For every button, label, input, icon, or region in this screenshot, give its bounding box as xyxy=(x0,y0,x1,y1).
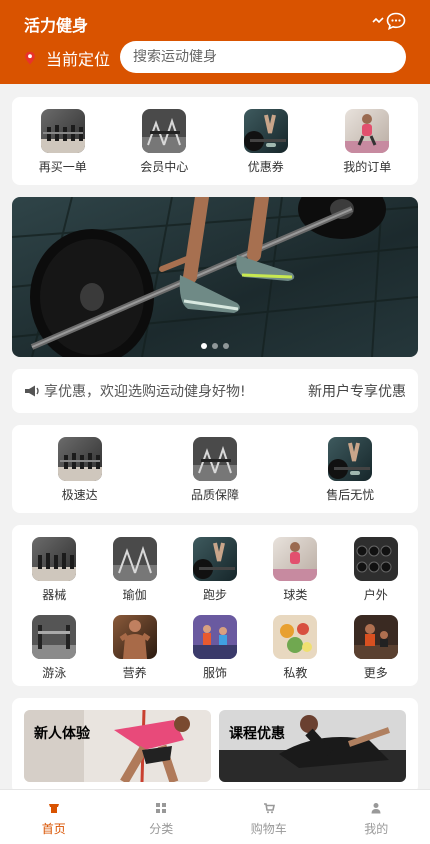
quick-action-label: 再买一单 xyxy=(38,160,87,174)
service-label: 品质保障 xyxy=(190,488,239,502)
dumbbell-rack-image xyxy=(40,109,85,153)
location-selector[interactable]: 当前定位 xyxy=(24,46,110,70)
tab-profile[interactable]: 我的 xyxy=(323,790,430,844)
category-label: 服饰 xyxy=(202,666,227,680)
carousel-dots xyxy=(12,343,418,349)
category-ball-sports[interactable]: 球类 xyxy=(255,537,335,603)
gym-machine-image xyxy=(112,537,157,581)
service-label: 极速达 xyxy=(61,488,98,502)
category-label: 球类 xyxy=(283,588,308,602)
gym-machine-image xyxy=(192,437,237,481)
quick-action-label: 优惠券 xyxy=(247,160,284,174)
deadlift-image xyxy=(192,537,237,581)
app-header: 活力健身 当前定位 xyxy=(0,0,430,84)
category-label: 户外 xyxy=(363,588,388,602)
quick-action-coupons[interactable]: 优惠券 xyxy=(226,109,306,185)
category-apparel[interactable]: 服饰 xyxy=(175,615,255,681)
muscle-man-image xyxy=(112,615,157,659)
bottom-tab-bar: 首页 分类 购物车 我的 xyxy=(0,789,430,844)
category-running[interactable]: 跑步 xyxy=(175,537,255,603)
category-more[interactable]: 更多 xyxy=(336,615,416,681)
new-user-offer-link[interactable]: 新用户专享优惠 xyxy=(308,381,406,401)
tab-label: 分类 xyxy=(149,822,174,836)
category-label: 更多 xyxy=(363,666,388,680)
signal-icon[interactable] xyxy=(372,16,384,26)
quick-actions: 再买一单 会员中心 优惠券 我的订单 xyxy=(12,97,418,185)
fitness-woman-image xyxy=(273,537,318,581)
notice-text: 享优惠，欢迎选购运动健身好物! xyxy=(44,384,246,400)
promo-label: 课程优惠 xyxy=(229,726,285,742)
dumbbell-rack-image xyxy=(57,437,102,481)
tab-label: 首页 xyxy=(41,822,66,836)
category-yoga[interactable]: 瑜伽 xyxy=(94,537,174,603)
quick-action-label: 会员中心 xyxy=(140,160,189,174)
tab-home[interactable]: 首页 xyxy=(0,790,108,844)
category-label: 营养 xyxy=(122,666,147,680)
grid-icon xyxy=(156,803,167,813)
notice-bar[interactable]: 享优惠，欢迎选购运动健身好物! 新用户专享优惠 xyxy=(12,369,418,413)
category-label: 瑜伽 xyxy=(122,588,147,602)
header-icons xyxy=(372,12,406,30)
service-after-sales[interactable]: 售后无忧 xyxy=(300,437,400,513)
service-guarantees: 极速达 品质保障 售后无忧 xyxy=(12,425,418,513)
promo-label: 新人体验 xyxy=(34,726,90,742)
tab-categories[interactable]: 分类 xyxy=(108,790,216,844)
carousel-dot[interactable] xyxy=(212,343,218,349)
category-personal-training[interactable]: 私教 xyxy=(255,615,335,681)
carousel-dot[interactable] xyxy=(223,343,229,349)
trx-training-photo xyxy=(24,710,211,782)
category-grid: 器械 瑜伽 跑步 球类 户外 游泳 营养 服饰 私教 更多 xyxy=(12,525,418,686)
cart-icon xyxy=(263,803,275,814)
quick-action-reorder[interactable]: 再买一单 xyxy=(23,109,103,185)
promo-new-user-trial[interactable]: 新人体验 xyxy=(24,710,211,782)
fitness-woman-image xyxy=(345,109,390,153)
situp-training-photo xyxy=(219,710,406,782)
quick-action-label: 我的订单 xyxy=(343,160,392,174)
category-label: 私教 xyxy=(283,666,308,680)
group-fitness-image xyxy=(192,615,237,659)
promo-section: 新人体验 课程优惠 xyxy=(12,698,418,794)
quick-action-orders[interactable]: 我的订单 xyxy=(327,109,407,185)
tab-label: 我的 xyxy=(364,822,389,836)
dumbbell-rack-image xyxy=(32,537,77,581)
service-fast-delivery[interactable]: 极速达 xyxy=(30,437,130,513)
healthy-food-image xyxy=(273,615,318,659)
trainer-image xyxy=(353,615,398,659)
service-label: 售后无忧 xyxy=(326,488,375,502)
search-bar[interactable] xyxy=(120,41,406,73)
gym-machine-image xyxy=(142,109,187,153)
promo-course-discount[interactable]: 课程优惠 xyxy=(219,710,406,782)
tab-cart[interactable]: 购物车 xyxy=(215,790,323,844)
category-swimming[interactable]: 游泳 xyxy=(14,615,94,681)
quick-action-membership[interactable]: 会员中心 xyxy=(124,109,204,185)
service-quality[interactable]: 品质保障 xyxy=(165,437,265,513)
category-equipment[interactable]: 器械 xyxy=(14,537,94,603)
user-icon xyxy=(371,803,381,814)
barbell-deadlift-photo xyxy=(12,197,418,357)
gym-equipment-image xyxy=(32,615,77,659)
chat-bubble-icon[interactable] xyxy=(386,12,406,30)
hero-banner[interactable] xyxy=(12,197,418,357)
carousel-dot[interactable] xyxy=(201,343,207,349)
dumbbell-rows-image xyxy=(353,537,398,581)
category-label: 器械 xyxy=(42,588,67,602)
tab-label: 购物车 xyxy=(250,822,287,836)
home-icon xyxy=(48,804,59,813)
app-title: 活力健身 xyxy=(24,16,89,35)
category-label: 跑步 xyxy=(202,588,227,602)
location-label: 当前定位 xyxy=(46,50,111,69)
deadlift-image xyxy=(328,437,373,481)
deadlift-image xyxy=(243,109,288,153)
search-input[interactable] xyxy=(133,49,406,65)
location-pin-icon xyxy=(25,51,35,65)
category-label: 游泳 xyxy=(42,666,67,680)
category-outdoor[interactable]: 户外 xyxy=(336,537,416,603)
megaphone-icon xyxy=(25,385,39,397)
category-nutrition[interactable]: 营养 xyxy=(94,615,174,681)
